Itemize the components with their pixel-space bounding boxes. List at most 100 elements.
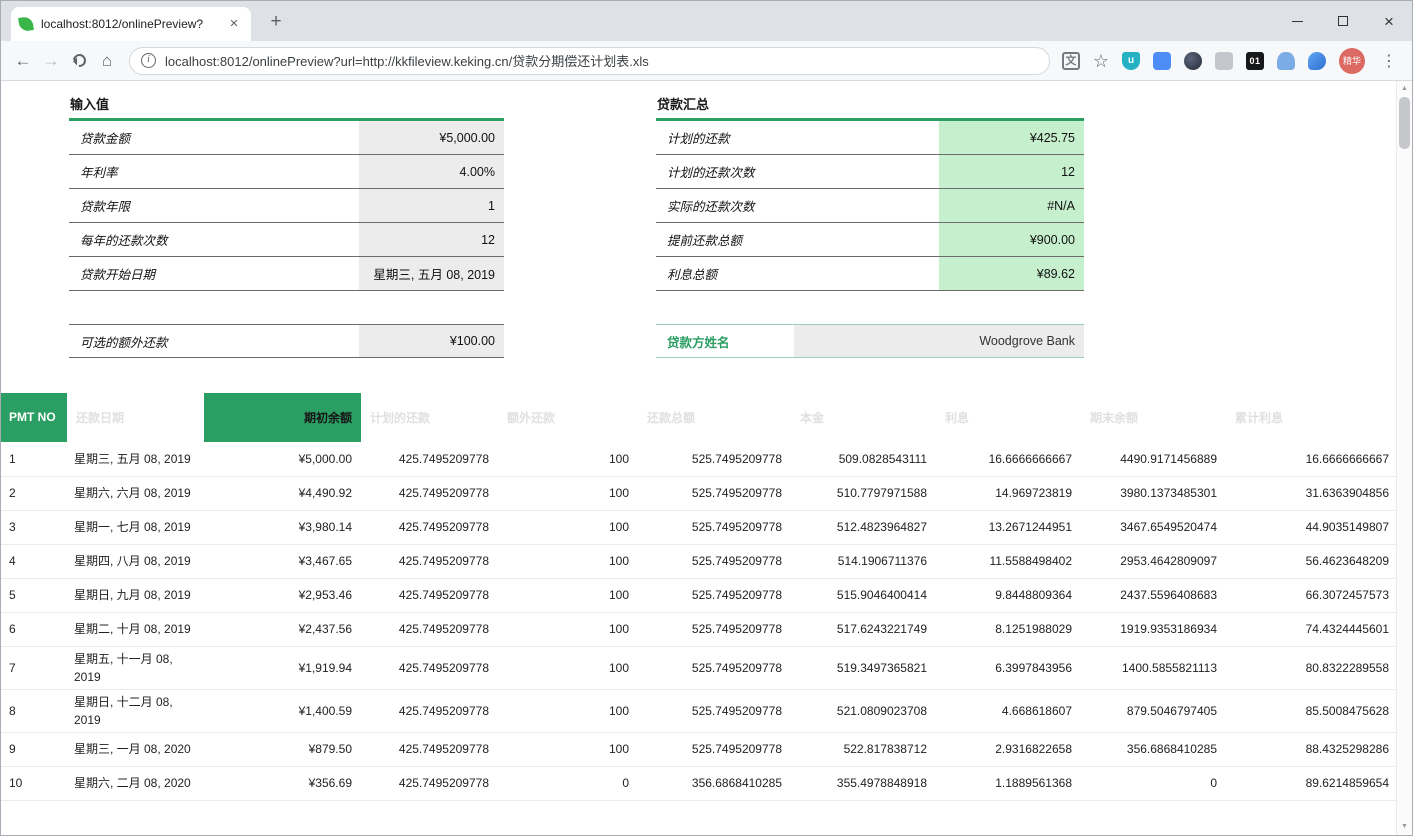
table-cell: 355.4978848918	[791, 766, 936, 800]
table-cell: 星期日, 十二月 08, 2019	[67, 689, 204, 732]
field-value: 12	[939, 155, 1084, 188]
table-cell: 7	[1, 646, 67, 689]
table-cell: 星期日, 九月 08, 2019	[67, 578, 204, 612]
forward-button[interactable]: →	[37, 47, 65, 75]
table-cell: 512.4823964827	[791, 510, 936, 544]
scroll-up-icon[interactable]: ▲	[1397, 81, 1412, 97]
field-value: ¥100.00	[359, 325, 504, 357]
browser-menu-icon[interactable]: ⋮	[1378, 51, 1400, 71]
minimize-button[interactable]	[1274, 1, 1320, 41]
table-cell: 100	[498, 612, 638, 646]
table-cell: 100	[498, 510, 638, 544]
field-value: ¥425.75	[939, 121, 1084, 154]
extension-blue-icon[interactable]	[1153, 52, 1171, 70]
field-label: 提前还款总额	[656, 223, 939, 256]
close-button[interactable]: ×	[1366, 1, 1412, 41]
table-cell: 8.1251988029	[936, 612, 1081, 646]
extension-01-badge[interactable]: 01	[1246, 52, 1264, 70]
table-cell: 510.7797971588	[791, 476, 936, 510]
kv-row: 贷款年限1	[69, 189, 504, 223]
column-header: PMT NO	[1, 393, 67, 442]
field-label: 可选的额外还款	[69, 325, 359, 357]
table-header-row: PMT NO还款日期期初余额计划的还款额外还款还款总额本金利息期末余额累计利息	[1, 393, 1398, 442]
translate-icon[interactable]: 文	[1062, 52, 1080, 70]
vertical-scrollbar[interactable]: ▲ ▼	[1396, 81, 1412, 835]
tab-close-icon[interactable]: ×	[225, 15, 243, 33]
reload-button[interactable]	[65, 47, 93, 75]
table-cell: 2.9316822658	[936, 732, 1081, 766]
browser-window: localhost:8012/onlinePreview? × + × ← → …	[0, 0, 1413, 836]
kv-row: 提前还款总额¥900.00	[656, 223, 1084, 257]
table-cell: 6	[1, 612, 67, 646]
table-cell: 425.7495209778	[361, 732, 498, 766]
summary-section: 贷款汇总 计划的还款¥425.75计划的还款次数12实际的还款次数#N/A提前还…	[656, 92, 1084, 358]
table-cell: 1919.9353186934	[1081, 612, 1226, 646]
table-cell: 425.7495209778	[361, 442, 498, 476]
extension-dark-globe-icon[interactable]	[1184, 52, 1202, 70]
table-cell: 3	[1, 510, 67, 544]
table-cell: 56.4623648209	[1226, 544, 1398, 578]
table-cell: 425.7495209778	[361, 646, 498, 689]
table-cell: 星期五, 十一月 08, 2019	[67, 646, 204, 689]
table-cell: 100	[498, 442, 638, 476]
column-header: 计划的还款	[361, 393, 498, 442]
back-button[interactable]: ←	[9, 47, 37, 75]
table-cell: 519.3497365821	[791, 646, 936, 689]
table-cell: 85.5008475628	[1226, 689, 1398, 732]
field-label: 每年的还款次数	[69, 223, 359, 256]
browser-titlebar: localhost:8012/onlinePreview? × + ×	[1, 1, 1412, 41]
table-cell: 14.969723819	[936, 476, 1081, 510]
lender-value: Woodgrove Bank	[794, 325, 1084, 357]
table-cell: 521.0809023708	[791, 689, 936, 732]
browser-tab[interactable]: localhost:8012/onlinePreview? ×	[11, 7, 251, 41]
table-cell: 6.3997843956	[936, 646, 1081, 689]
scroll-down-icon[interactable]: ▼	[1397, 819, 1412, 835]
spreadsheet-preview: 输入值 贷款金额¥5,000.00年利率4.00%贷款年限1每年的还款次数12贷…	[1, 81, 1398, 801]
address-bar[interactable]: i localhost:8012/onlinePreview?url=http:…	[129, 47, 1050, 75]
table-cell: 525.7495209778	[638, 442, 791, 476]
amortization-table: PMT NO还款日期期初余额计划的还款额外还款还款总额本金利息期末余额累计利息 …	[1, 393, 1398, 801]
home-button[interactable]: ⌂	[93, 47, 121, 75]
table-cell: 1400.5855821113	[1081, 646, 1226, 689]
table-cell: ¥4,490.92	[204, 476, 361, 510]
table-cell: 425.7495209778	[361, 766, 498, 800]
extension-gray-icon[interactable]	[1215, 52, 1233, 70]
extension-shield-icon[interactable]: u	[1122, 52, 1140, 70]
maximize-button[interactable]	[1320, 1, 1366, 41]
bookmark-star-icon[interactable]: ☆	[1093, 52, 1109, 70]
table-cell: 356.6868410285	[638, 766, 791, 800]
table-cell: 10	[1, 766, 67, 800]
extension-cloud-icon[interactable]	[1277, 52, 1295, 70]
table-cell: 星期六, 六月 08, 2019	[67, 476, 204, 510]
scrollbar-thumb[interactable]	[1399, 97, 1410, 149]
page-info-icon[interactable]: i	[141, 53, 156, 68]
field-label: 计划的还款	[656, 121, 939, 154]
table-cell: 525.7495209778	[638, 476, 791, 510]
input-table: 贷款金额¥5,000.00年利率4.00%贷款年限1每年的还款次数12贷款开始日…	[69, 121, 504, 291]
summary-table: 计划的还款¥425.75计划的还款次数12实际的还款次数#N/A提前还款总额¥9…	[656, 121, 1084, 291]
table-row: 3星期一, 七月 08, 2019¥3,980.14425.7495209778…	[1, 510, 1398, 544]
column-header: 还款日期	[67, 393, 204, 442]
table-cell: 425.7495209778	[361, 544, 498, 578]
table-cell: 514.1906711376	[791, 544, 936, 578]
table-cell: 525.7495209778	[638, 612, 791, 646]
new-tab-button[interactable]: +	[263, 10, 289, 36]
table-cell: 16.6666666667	[936, 442, 1081, 476]
spacer	[656, 291, 1084, 324]
table-cell: 525.7495209778	[638, 732, 791, 766]
profile-avatar[interactable]: 精华	[1339, 48, 1365, 74]
extra-payment-row: 可选的额外还款 ¥100.00	[69, 324, 504, 358]
field-label: 计划的还款次数	[656, 155, 939, 188]
table-cell: ¥1,400.59	[204, 689, 361, 732]
table-cell: 16.6666666667	[1226, 442, 1398, 476]
table-row: 1星期三, 五月 08, 2019¥5,000.00425.7495209778…	[1, 442, 1398, 476]
table-row: 2星期六, 六月 08, 2019¥4,490.92425.7495209778…	[1, 476, 1398, 510]
table-cell: 425.7495209778	[361, 612, 498, 646]
table-cell: 8	[1, 689, 67, 732]
table-cell: 31.6363904856	[1226, 476, 1398, 510]
table-cell: 879.5046797405	[1081, 689, 1226, 732]
table-cell: 44.9035149807	[1226, 510, 1398, 544]
extension-bird-icon[interactable]	[1308, 52, 1326, 70]
table-cell: 525.7495209778	[638, 689, 791, 732]
table-cell: 425.7495209778	[361, 689, 498, 732]
